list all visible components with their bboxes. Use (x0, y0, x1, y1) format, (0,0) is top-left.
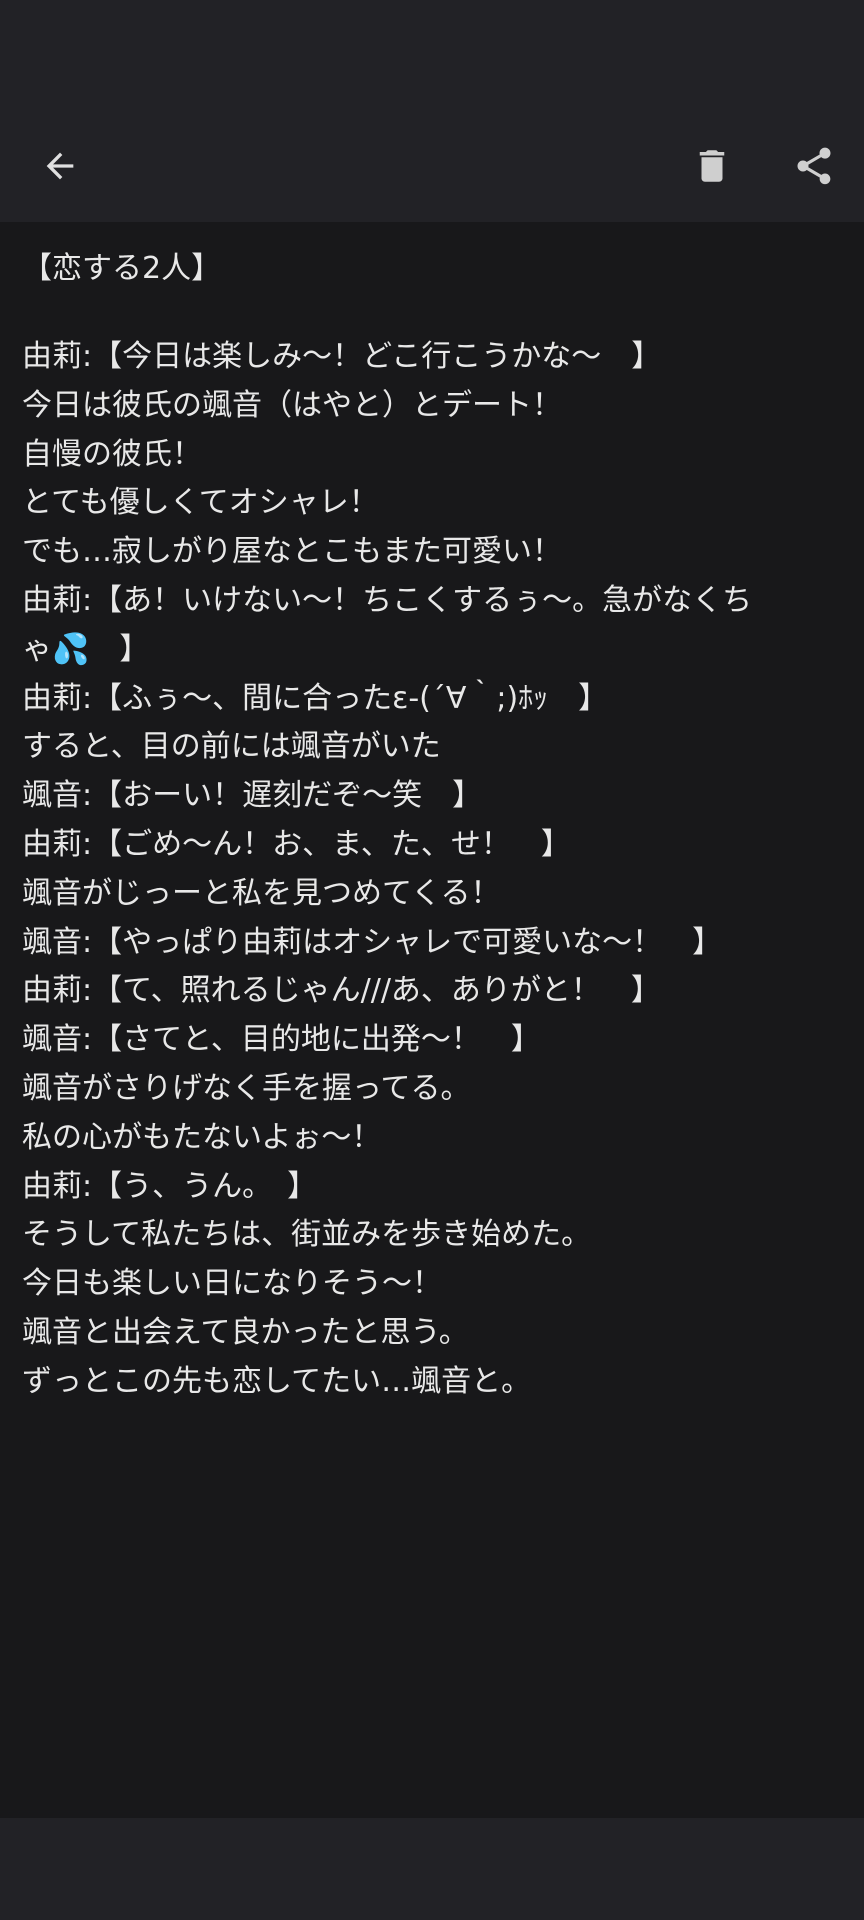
delete-button[interactable] (664, 110, 760, 222)
note-line: でも…寂しがり屋なとこもまた可愛い！ (22, 534, 562, 570)
note-line: 今日も楽しい日になりそう〜！ (22, 1266, 442, 1302)
note-line: 由莉:【ふぅ〜、間に合ったε-(´∀｀;)ﾎｯ 】 (22, 680, 609, 716)
note-line: 由莉:【今日は楽しみ〜！どこ行こうかな〜 】 (22, 339, 662, 374)
note-line: 颯音:【やっぱり由莉はオシャレで可愛いな〜！ 】 (22, 924, 723, 960)
note-line: そうして私たちは、街並みを歩き始めた。 (22, 1217, 592, 1253)
note-line: 颯音がじっーと私を見つめてくる！ (22, 875, 501, 911)
note-line: すると、目の前には颯音がいた (22, 729, 441, 765)
app-bar (0, 110, 864, 222)
note-line: 自慢の彼氏！ (22, 436, 202, 472)
note-line: とても優しくてオシャレ！ (22, 485, 379, 521)
status-bar (0, 0, 864, 110)
share-icon (797, 147, 831, 185)
note-body[interactable]: 由莉:【今日は楽しみ〜！どこ行こうかな〜 】 今日は彼氏の颯音（はやと）とデート… (22, 333, 852, 1407)
note-line: 由莉:【あ！いけない〜！ちこくするぅ〜。急がなくち (22, 582, 753, 618)
note-title: 【恋する2人】 (22, 251, 222, 286)
note-line: 由莉:【ごめ〜ん！お、ま、た、せ！ 】 (22, 826, 571, 862)
note-line: 由莉:【う、うん。 】 (22, 1168, 318, 1204)
note-content[interactable]: 【恋する2人】 由莉:【今日は楽しみ〜！どこ行こうかな〜 】 今日は彼氏の颯音（… (0, 222, 864, 1818)
note-line: 颯音:【おーい！遅刻だぞ〜笑 】 (22, 778, 483, 814)
share-button[interactable] (766, 110, 862, 222)
note-line: 由莉:【て、照れるじゃん///あ、ありがと！ 】 (22, 973, 661, 1009)
note-line: 颯音:【さてと、目的地に出発〜！ 】 (22, 1022, 541, 1058)
note-line: 私の心がもたないよぉ〜！ (22, 1119, 382, 1155)
note-line: ゃ💦 】 (22, 631, 150, 667)
trash-icon (699, 150, 725, 182)
note-line: 颯音がさりげなく手を握ってる。 (22, 1070, 471, 1106)
note-line: 颯音と出会えて良かったと思う。 (22, 1314, 469, 1350)
back-button[interactable] (12, 110, 108, 222)
note-line: ずっとこの先も恋してたい…颯音と。 (22, 1363, 532, 1399)
note-line: 今日は彼氏の颯音（はやと）とデート！ (22, 387, 562, 423)
navigation-bar (0, 1818, 864, 1920)
arrow-left-icon (46, 152, 74, 180)
